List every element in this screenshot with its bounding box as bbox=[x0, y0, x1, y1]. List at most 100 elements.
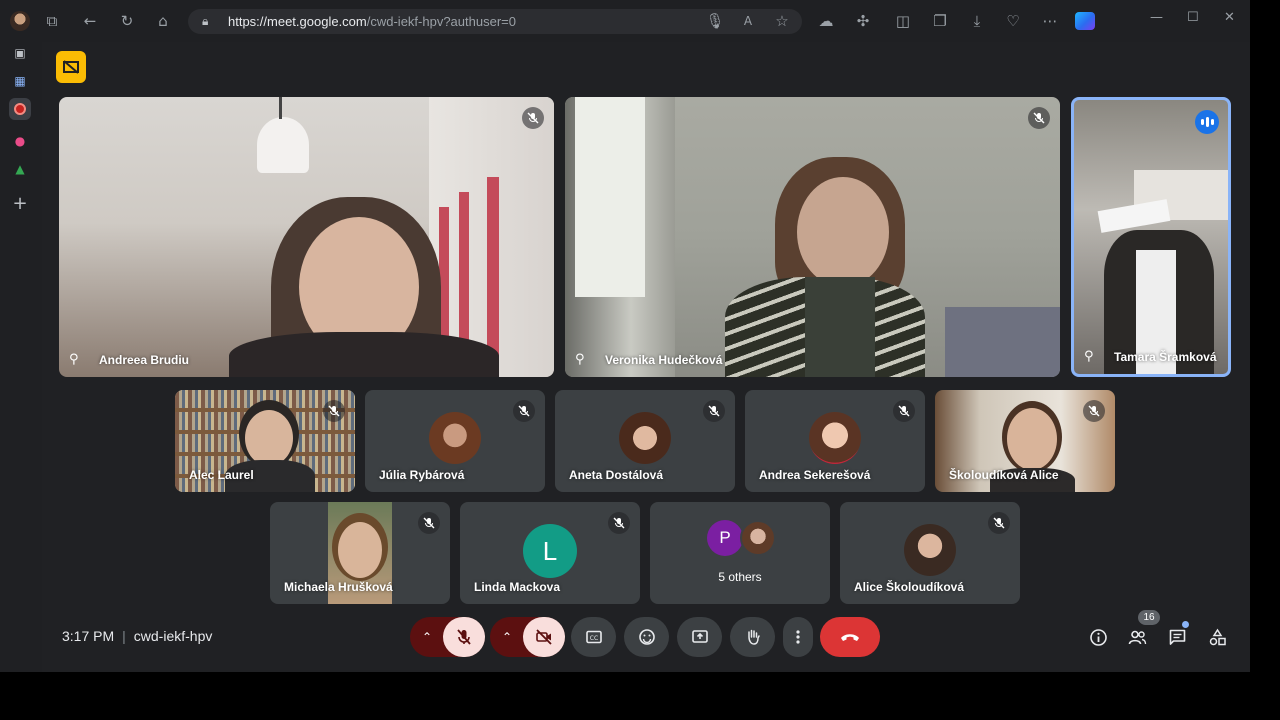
participant-name: Linda Mackova bbox=[474, 580, 561, 594]
pin-icon[interactable]: ⚲ bbox=[575, 352, 585, 367]
browser-essentials-icon[interactable]: ♡ bbox=[1003, 11, 1023, 31]
sidebar-rail: ▣ ▦ ● ▲ + bbox=[0, 42, 42, 672]
emoji-icon bbox=[638, 629, 655, 645]
more-options-icon[interactable]: ⋯ bbox=[1040, 11, 1060, 31]
muted-mic-icon bbox=[513, 400, 535, 422]
back-icon[interactable]: ← bbox=[80, 11, 100, 31]
more-vert-icon bbox=[796, 630, 800, 644]
participants-count-badge: 16 bbox=[1138, 610, 1160, 625]
muted-mic-icon bbox=[893, 400, 915, 422]
meet-tab-icon[interactable] bbox=[9, 98, 31, 120]
microphone-icon[interactable]: 🎙︎ bbox=[705, 11, 725, 31]
workspaces-icon[interactable]: ⧉ bbox=[42, 11, 62, 31]
downloads-icon[interactable]: ⤓ bbox=[967, 11, 987, 31]
avatar bbox=[740, 520, 776, 556]
participant-tile[interactable]: Aneta Dostálová bbox=[555, 390, 735, 492]
others-count-label: 5 others bbox=[718, 570, 762, 584]
info-icon bbox=[1089, 628, 1107, 646]
profile-avatar[interactable] bbox=[10, 11, 30, 31]
participant-tile-active-speaker[interactable]: ⚲ Tamara Šramková bbox=[1071, 97, 1231, 377]
muted-mic-icon bbox=[323, 400, 345, 422]
pin-icon[interactable]: ⚲ bbox=[1084, 349, 1094, 364]
home-icon[interactable]: ⌂ bbox=[153, 11, 173, 31]
raise-hand-button[interactable] bbox=[730, 617, 775, 657]
copilot-icon[interactable] bbox=[1075, 12, 1095, 30]
avatar bbox=[809, 412, 861, 464]
participant-tile[interactable]: Andrea Sekerešová bbox=[745, 390, 925, 492]
chat-button[interactable] bbox=[1166, 626, 1188, 648]
collections-icon[interactable]: ❐ bbox=[930, 11, 950, 31]
participant-tile[interactable]: L Linda Mackova bbox=[460, 502, 640, 604]
avatar bbox=[619, 412, 671, 464]
muted-mic-icon bbox=[988, 512, 1010, 534]
participant-name: Andrea Sekerešová bbox=[759, 468, 871, 482]
pin-icon[interactable]: ⚲ bbox=[69, 352, 79, 367]
camera-toggle-button[interactable] bbox=[523, 617, 565, 657]
meeting-details-button[interactable] bbox=[1087, 626, 1109, 648]
meeting-code: cwd-iekf-hpv bbox=[133, 628, 213, 644]
browser-window: ⧉ ← ↻ ⌂ 🔒︎ https://meet.google.com/cwd-i… bbox=[0, 0, 1250, 672]
extensions-icon[interactable]: ✣ bbox=[853, 11, 873, 31]
activities-icon bbox=[1209, 628, 1226, 645]
svg-text:CC: CC bbox=[589, 635, 597, 642]
browser-toolbar: ⧉ ← ↻ ⌂ 🔒︎ https://meet.google.com/cwd-i… bbox=[0, 0, 1250, 42]
speaking-indicator-icon bbox=[1195, 110, 1219, 134]
avatar bbox=[904, 524, 956, 576]
chevron-up-icon: ⌃ bbox=[502, 630, 513, 644]
muted-mic-icon bbox=[608, 512, 630, 534]
separator: | bbox=[122, 628, 126, 644]
camera-off-icon bbox=[536, 629, 552, 645]
more-options-button[interactable] bbox=[783, 617, 813, 657]
participant-name: Michaela Hrušková bbox=[284, 580, 393, 594]
activities-button[interactable] bbox=[1206, 626, 1228, 648]
avatar: P bbox=[707, 520, 743, 556]
tab-actions-icon[interactable]: ▣ bbox=[9, 42, 31, 64]
present-screen-button[interactable] bbox=[677, 617, 722, 657]
participant-name: Aneta Dostálová bbox=[569, 468, 664, 482]
muted-mic-icon bbox=[522, 107, 544, 129]
participant-tile[interactable]: Michaela Hrušková bbox=[270, 502, 450, 604]
minimize-icon[interactable]: — bbox=[1150, 10, 1163, 25]
meeting-info: 3:17 PM | cwd-iekf-hpv bbox=[62, 628, 212, 644]
others-tile[interactable]: P 5 others bbox=[650, 502, 830, 604]
participant-tile[interactable]: Alec Laurel bbox=[175, 390, 355, 492]
drive-tab-icon[interactable]: ▲ bbox=[9, 158, 31, 180]
participant-tile[interactable]: Alice Školoudíková bbox=[840, 502, 1020, 604]
chat-icon bbox=[1169, 629, 1185, 645]
cloud-icon[interactable]: ☁ bbox=[816, 11, 836, 31]
url-path: /cwd-iekf-hpv?authuser=0 bbox=[366, 14, 516, 29]
current-time: 3:17 PM bbox=[62, 628, 115, 644]
participant-name: Júlia Rybárová bbox=[379, 468, 465, 482]
end-call-icon bbox=[841, 634, 859, 641]
avatar: L bbox=[523, 524, 577, 578]
participant-tile[interactable]: ⚲ Veronika Hudečková bbox=[565, 97, 1060, 377]
add-tab-icon[interactable]: + bbox=[9, 192, 31, 214]
present-icon bbox=[691, 630, 708, 643]
people-icon bbox=[1128, 630, 1146, 644]
participant-name: Veronika Hudečková bbox=[605, 353, 723, 367]
refresh-icon[interactable]: ↻ bbox=[117, 11, 137, 31]
music-tab-icon[interactable]: ● bbox=[9, 130, 31, 152]
split-screen-icon[interactable]: ◫ bbox=[893, 11, 913, 31]
participant-name: Andreea Brudiu bbox=[99, 353, 190, 367]
closed-captions-icon: CC bbox=[585, 630, 602, 644]
avatar bbox=[429, 412, 481, 464]
chat-notification-dot bbox=[1182, 621, 1189, 628]
read-aloud-icon[interactable]: A bbox=[738, 11, 758, 31]
close-icon[interactable]: ✕ bbox=[1224, 10, 1235, 25]
people-button[interactable] bbox=[1126, 626, 1148, 648]
participant-tile[interactable]: ⚲ Andreea Brudiu bbox=[59, 97, 554, 377]
favorite-star-icon[interactable]: ☆ bbox=[772, 11, 792, 31]
participant-tile[interactable]: Školoudíková Alice bbox=[935, 390, 1115, 492]
host-controls-icon[interactable] bbox=[56, 51, 86, 83]
microphone-toggle-button[interactable] bbox=[443, 617, 485, 657]
participant-name: Alice Školoudíková bbox=[854, 580, 965, 594]
calendar-tab-icon[interactable]: ▦ bbox=[9, 70, 31, 92]
participant-tile[interactable]: Júlia Rybárová bbox=[365, 390, 545, 492]
captions-button[interactable]: CC bbox=[571, 617, 616, 657]
maximize-icon[interactable]: ☐ bbox=[1187, 10, 1199, 25]
leave-call-button[interactable] bbox=[820, 617, 880, 657]
muted-mic-icon bbox=[1028, 107, 1050, 129]
participant-name: Školoudíková Alice bbox=[949, 468, 1059, 482]
reactions-button[interactable] bbox=[624, 617, 669, 657]
